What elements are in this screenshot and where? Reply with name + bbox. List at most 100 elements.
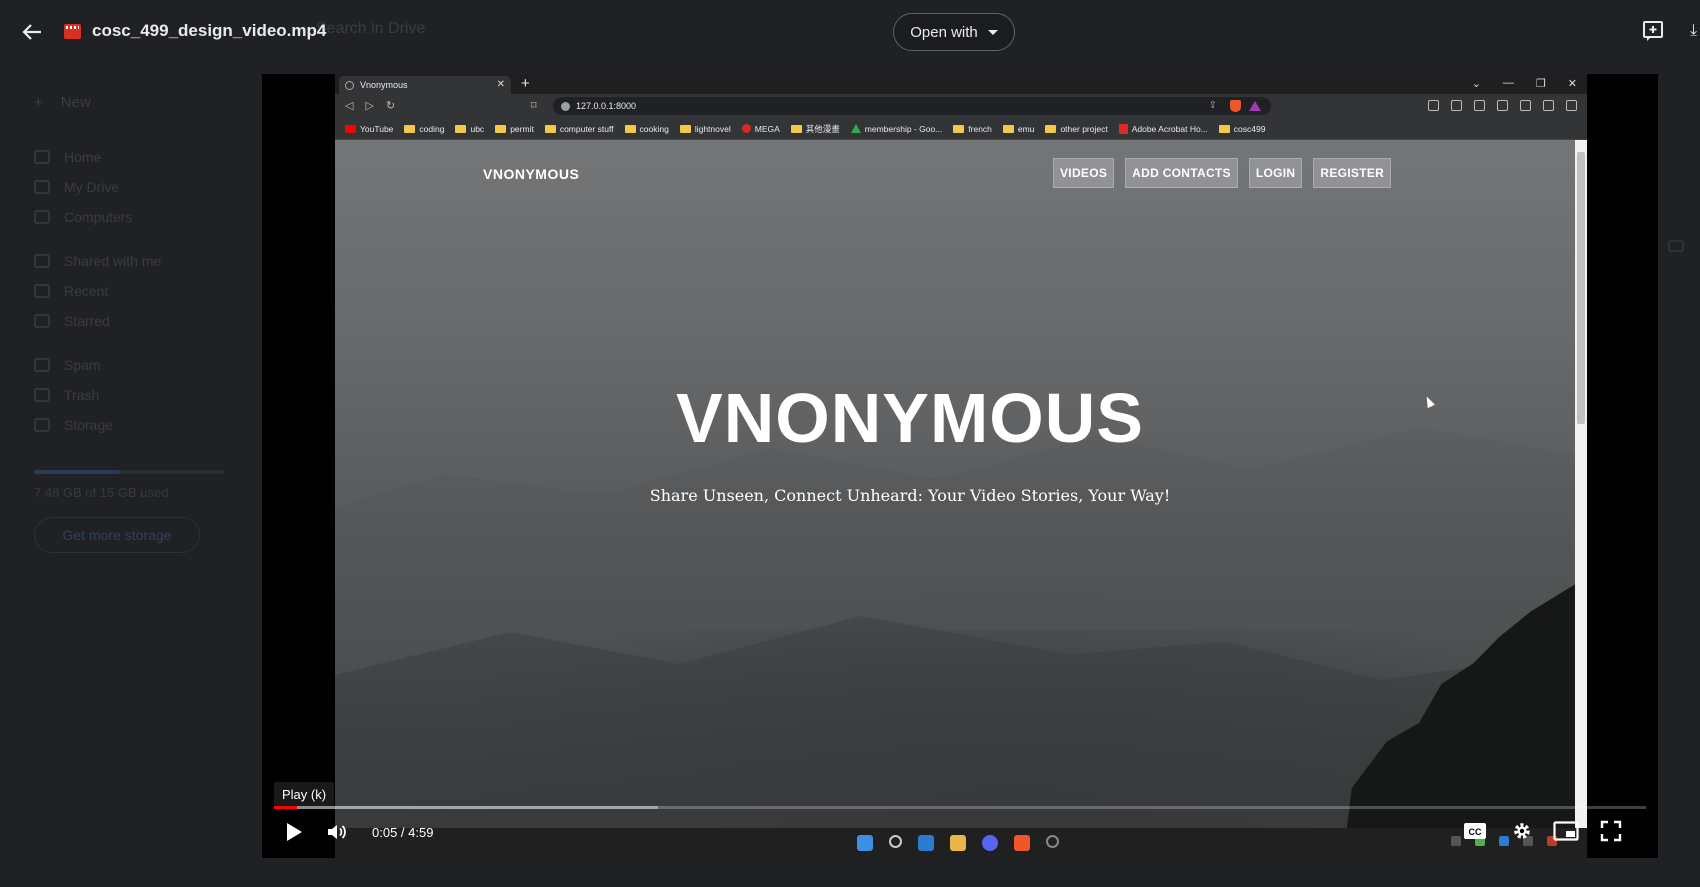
tray-icon	[1451, 836, 1461, 846]
file-explorer-icon	[950, 835, 966, 851]
volume-button[interactable]	[324, 820, 350, 844]
brave-rewards-icon	[1249, 101, 1261, 111]
bookmark-item: cosc499	[1218, 124, 1265, 134]
site-nav-add-contacts: ADD CONTACTS	[1125, 158, 1238, 188]
recorded-tab-title: Vnonymous	[360, 80, 408, 90]
site-nav-login: LOGIN	[1248, 158, 1303, 188]
vscode-icon	[918, 835, 934, 851]
bookmark-label: lightnovel	[694, 123, 731, 134]
storage-bar-fill	[34, 470, 120, 474]
minimize-icon: —	[1502, 77, 1514, 89]
extension-icon	[1451, 100, 1462, 111]
recorded-url: 127.0.0.1:8000	[576, 101, 637, 111]
back-icon: ◁	[345, 100, 354, 112]
fullscreen-icon	[1600, 820, 1622, 842]
miniplayer-button[interactable]	[1552, 819, 1580, 843]
miniplayer-icon	[1553, 821, 1579, 841]
folder-icon	[1218, 124, 1230, 133]
extension-icon	[1428, 100, 1439, 111]
sidebar-item-storage: Storage	[34, 414, 113, 436]
bookmark-label: ubc	[470, 123, 485, 134]
bookmark-item: french	[953, 124, 992, 134]
viewer-topbar: cosc_499_design_video.mp4 Open with ⤓	[0, 0, 1700, 64]
seek-bar-buffered	[274, 806, 659, 809]
settings-button[interactable]	[1509, 818, 1535, 844]
video-player[interactable]: Vnonymous ✕ + ⌄ — ❐ ✕ ◁ ▷ ↻ ⌑ 127.0.0.1:…	[262, 74, 1658, 858]
bookmark-item: computer stuff	[544, 124, 614, 134]
sidebar-item-home: Home	[34, 146, 101, 168]
video-file-icon	[64, 24, 81, 39]
close-icon: ✕	[496, 79, 505, 90]
chevron-down-icon: ⌄	[1471, 78, 1481, 90]
bookmark-item: MEGA	[741, 124, 780, 134]
recorded-scrollbar-thumb	[1577, 152, 1585, 424]
seek-bar-played	[274, 806, 298, 809]
folder-icon	[953, 124, 965, 133]
video-frame[interactable]: Vnonymous ✕ + ⌄ — ❐ ✕ ◁ ▷ ↻ ⌑ 127.0.0.1:…	[335, 74, 1587, 858]
bookmark-item: cooking	[624, 124, 669, 134]
new-button: + New	[34, 93, 91, 111]
sidebar-item-recent: Recent	[34, 280, 108, 302]
recorded-url-bar: 127.0.0.1:8000 ⇪	[553, 97, 1271, 115]
back-button[interactable]	[18, 18, 46, 46]
arrow-left-icon	[22, 24, 41, 40]
brave-browser-icon	[1014, 835, 1030, 851]
bookmark-item: 其他漫畫	[790, 123, 840, 135]
share-icon: ⇪	[1208, 100, 1217, 111]
drive-icon	[34, 180, 50, 194]
site-logo: VNONYMOUS	[483, 166, 580, 182]
get-more-storage-button: Get more storage	[34, 517, 200, 553]
youtube-icon	[345, 124, 356, 133]
reload-icon: ↻	[385, 100, 396, 112]
discord-icon	[982, 835, 998, 851]
play-tooltip: Play (k)	[274, 782, 335, 806]
time-display: 0:05 / 4:59	[372, 825, 434, 840]
bookmark-item: emu	[1002, 123, 1035, 134]
folder-icon	[404, 124, 416, 133]
info-icon	[561, 101, 570, 111]
plus-icon: +	[521, 75, 530, 92]
recorded-tab: Vnonymous ✕	[339, 76, 511, 94]
recorded-nav-buttons: ◁ ▷ ↻	[345, 99, 395, 112]
restore-icon: ❐	[1535, 78, 1546, 90]
bookmark-item: ubc	[455, 124, 484, 134]
drive-sidebar: + New Home My Drive Computers Shared with…	[0, 60, 250, 887]
menu-icon	[1566, 100, 1577, 111]
hero-subtitle: Share Unseen, Connect Unheard: Your Vide…	[649, 486, 1171, 505]
recorded-bookmarks-bar: YouTube coding ubc permit computer stuff cook…	[335, 118, 1587, 140]
sidebar-item-computers: Computers	[34, 206, 132, 228]
download-icon[interactable]: ⤓	[1690, 22, 1700, 40]
folder-icon	[1045, 124, 1057, 133]
bookmark-item: permit	[495, 124, 534, 134]
recorded-website: VNONYMOUS VIDEOS ADD CONTACTS LOGIN REGI…	[335, 140, 1575, 828]
recorded-scrollbar	[1575, 140, 1587, 828]
sidebar-item-shared: Shared with me	[34, 250, 161, 272]
sidebar-icon	[1520, 100, 1531, 111]
onedrive-icon	[1499, 836, 1509, 846]
bookmark-icon: ⌑	[531, 100, 537, 112]
fullscreen-button[interactable]	[1598, 818, 1624, 844]
bookmark-label: coding	[419, 123, 445, 134]
recorded-taskbar	[335, 828, 1587, 858]
site-nav-register: REGISTER	[1313, 158, 1392, 188]
sidebar-item-trash: Trash	[34, 384, 99, 406]
play-button[interactable]	[280, 818, 308, 846]
taskbar-icons	[857, 835, 1059, 851]
captions-button[interactable]: CC	[1462, 820, 1488, 842]
svg-text:CC: CC	[1469, 827, 1482, 837]
open-with-button[interactable]: Open with	[893, 13, 1015, 51]
add-comment-button[interactable]	[1642, 20, 1666, 42]
hero-title: VNONYMOUS	[676, 379, 1144, 457]
bookmark-label: 其他漫畫	[805, 123, 840, 134]
recorded-browser-tabstrip: Vnonymous ✕ + ⌄ — ❐ ✕	[335, 74, 1587, 94]
folder-icon	[1002, 124, 1014, 133]
folder-icon	[624, 124, 636, 133]
volume-icon	[328, 825, 346, 839]
seek-bar[interactable]	[274, 806, 1646, 809]
search-icon	[889, 835, 902, 848]
bookmark-label: emu	[1017, 123, 1035, 134]
brave-shield-icon	[1230, 100, 1241, 112]
bookmark-item: membership - Goo...	[850, 124, 942, 134]
add-comment-icon	[1643, 21, 1663, 41]
bookmark-item: lightnovel	[679, 123, 731, 134]
